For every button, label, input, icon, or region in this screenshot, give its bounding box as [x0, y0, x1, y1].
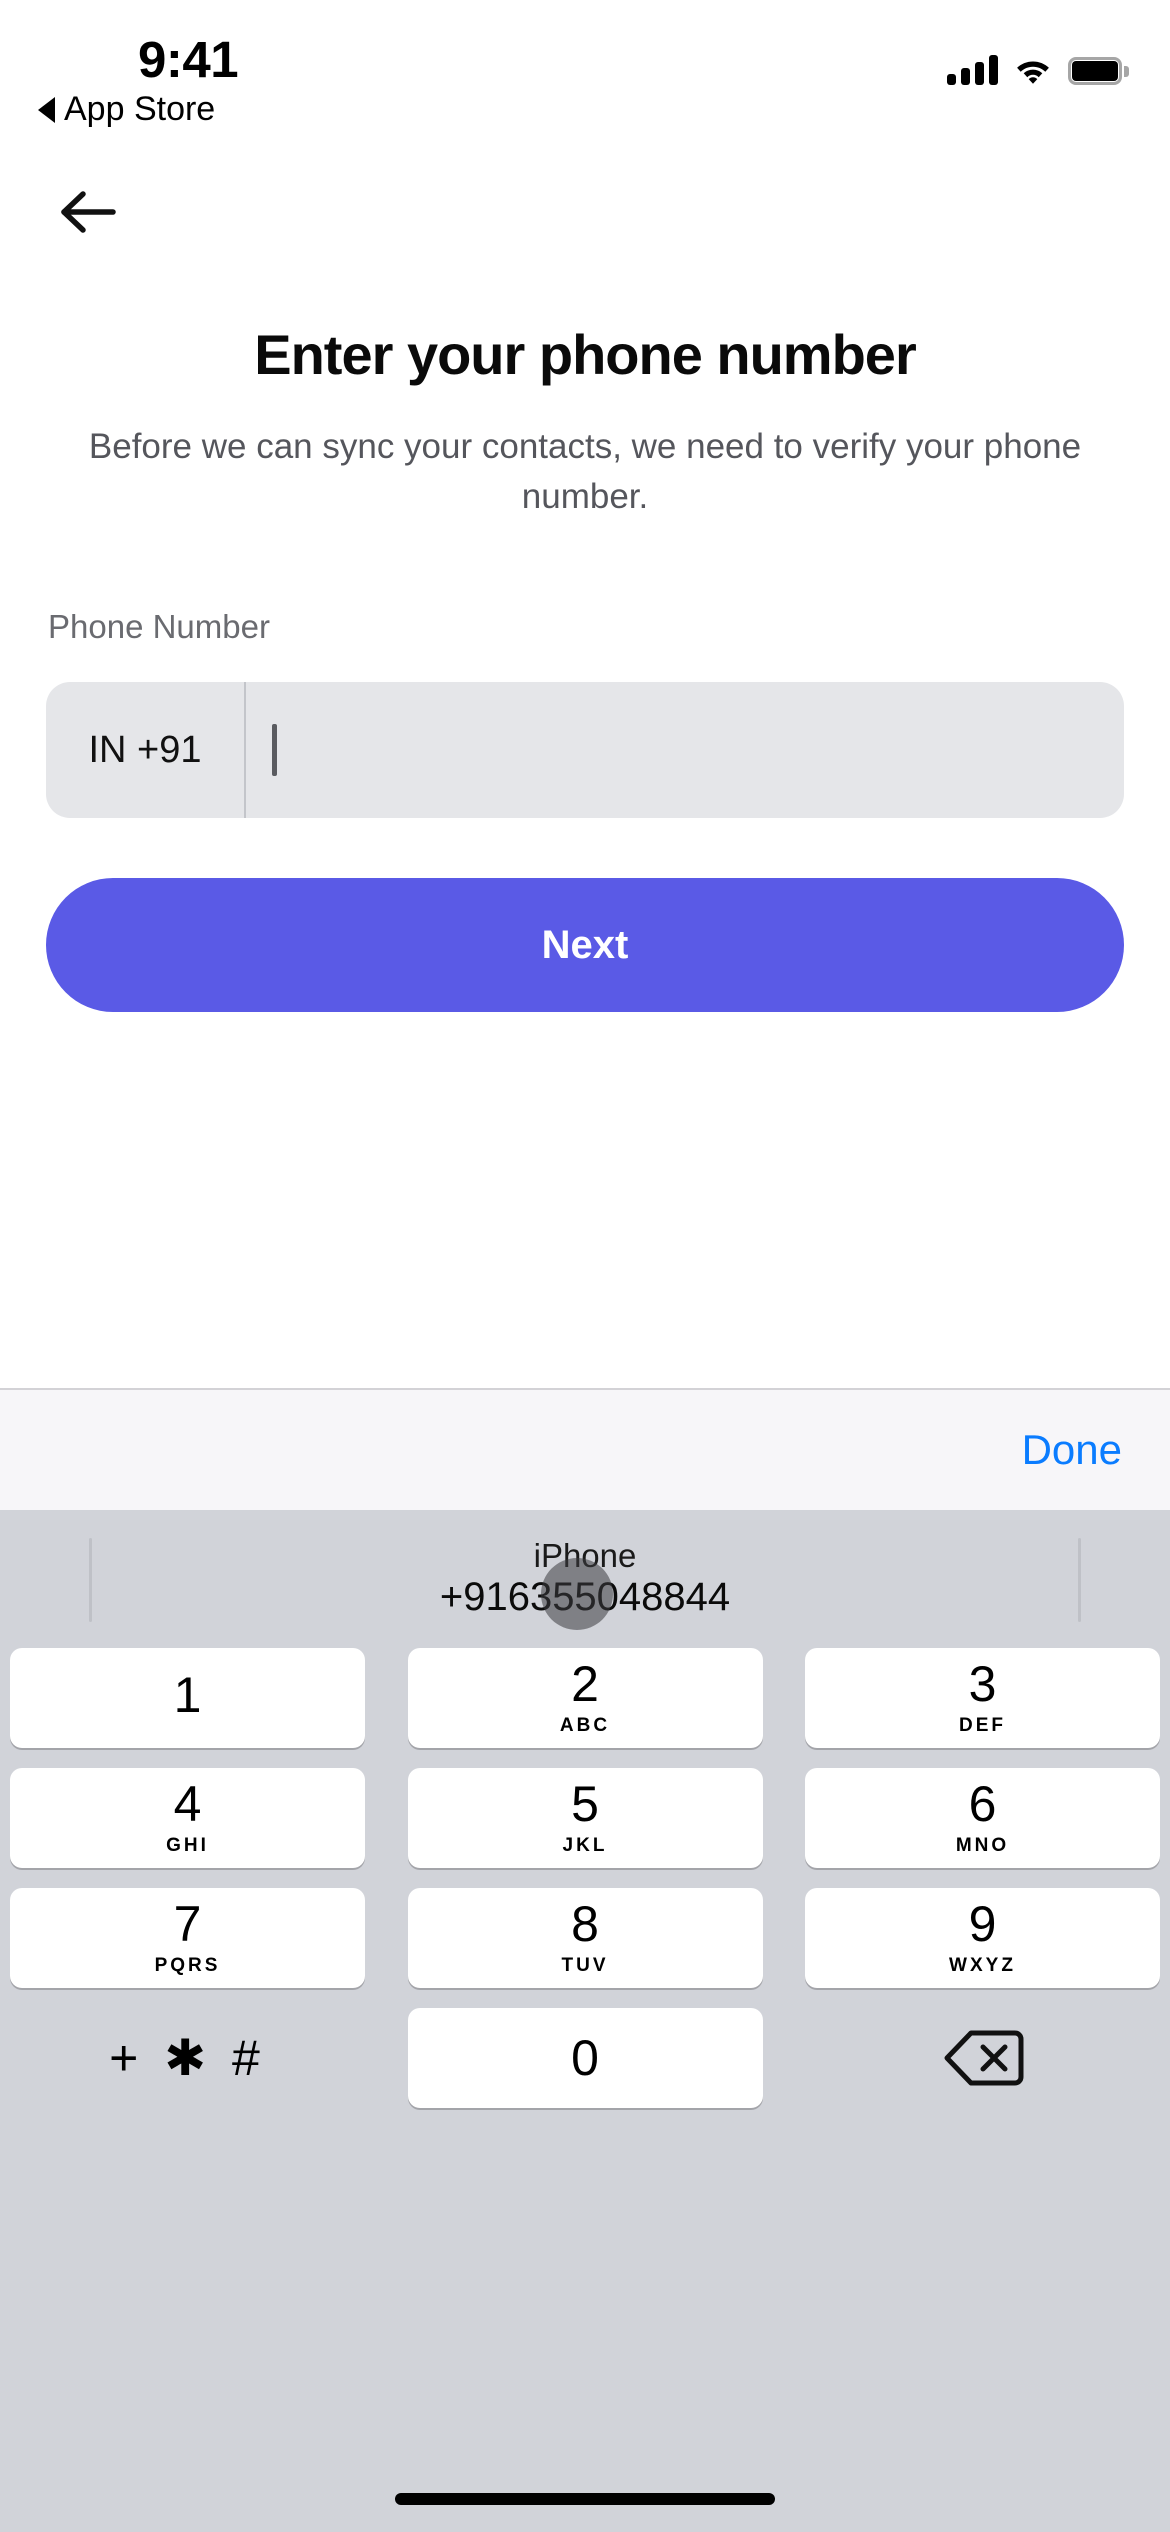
- key-number: 4: [173, 1776, 202, 1832]
- done-button[interactable]: Done: [1022, 1426, 1122, 1474]
- key-0[interactable]: 0: [407, 2008, 763, 2108]
- key-4[interactable]: 4 GHI: [10, 1768, 365, 1868]
- status-bar-indicators: [947, 45, 1129, 85]
- arrow-left-icon: [61, 191, 116, 233]
- keypad-row: 7 PQRS 8 TUV 9 WXYZ: [10, 1888, 1160, 1988]
- status-bar: 9:41 App Store: [0, 0, 1170, 150]
- key-letters: TUV: [561, 1955, 609, 1976]
- key-letters: ABC: [559, 1715, 611, 1736]
- keypad-row: 4 GHI 5 JKL 6 MNO: [10, 1768, 1160, 1868]
- numeric-keyboard: iPhone +916355048844 1 2 ABC 3 DEF: [0, 1510, 1170, 2532]
- key-3[interactable]: 3 DEF: [805, 1648, 1160, 1748]
- wifi-icon: [1014, 55, 1052, 85]
- key-number: 9: [968, 1896, 997, 1952]
- phone-number-input[interactable]: [246, 682, 1124, 818]
- key-letters: PQRS: [154, 1955, 221, 1976]
- back-to-app-store-link[interactable]: App Store: [38, 90, 215, 129]
- key-delete[interactable]: [805, 2008, 1160, 2108]
- key-number: 7: [173, 1896, 202, 1952]
- key-letters: DEF: [959, 1715, 1006, 1736]
- key-6[interactable]: 6 MNO: [805, 1768, 1160, 1868]
- text-caret: [272, 724, 277, 776]
- keyboard-accessory-toolbar: Done: [0, 1388, 1170, 1510]
- key-5[interactable]: 5 JKL: [407, 1768, 763, 1868]
- keypad-row: + ✱ # 0: [10, 2008, 1160, 2108]
- touch-indicator-icon: [541, 1558, 613, 1630]
- page-subtitle: Before we can sync your contacts, we nee…: [88, 427, 1082, 516]
- status-bar-time: 9:41: [138, 31, 239, 88]
- back-to-app-store-label: App Store: [64, 90, 216, 128]
- keypad: 1 2 ABC 3 DEF 4 GHI 5 JKL 6 MNO 7 PQRS 8…: [0, 1648, 1170, 2108]
- key-1[interactable]: 1: [10, 1648, 365, 1748]
- keypad-row: 1 2 ABC 3 DEF: [10, 1648, 1160, 1748]
- backspace-delete-icon: [944, 2030, 1023, 2086]
- key-number: 2: [571, 1656, 599, 1712]
- key-number: 0: [571, 2030, 599, 2086]
- suggestion-separator-left: [89, 1538, 92, 1622]
- key-number: 8: [571, 1896, 599, 1952]
- key-7[interactable]: 7 PQRS: [10, 1888, 365, 1988]
- triangle-left-icon: [38, 96, 55, 123]
- cellular-signal-icon: [947, 55, 998, 85]
- key-2[interactable]: 2 ABC: [407, 1648, 763, 1748]
- key-letters: WXYZ: [949, 1955, 1016, 1976]
- quicktype-suggestion-bar: iPhone +916355048844: [0, 1510, 1170, 1648]
- next-button[interactable]: Next: [46, 878, 1124, 1012]
- phone-screen: 9:41 App Store Enter your phone number B…: [0, 0, 1170, 2532]
- key-number: 6: [968, 1776, 997, 1832]
- country-code-selector[interactable]: IN +91: [46, 682, 246, 818]
- page-title: Enter your phone number: [254, 323, 917, 386]
- key-number: 1: [173, 1667, 202, 1723]
- key-symbols-label: + ✱ #: [109, 2030, 266, 2086]
- key-8[interactable]: 8 TUV: [407, 1888, 763, 1988]
- key-symbols[interactable]: + ✱ #: [10, 2008, 365, 2108]
- suggestion-separator-right: [1078, 1538, 1081, 1622]
- key-number: 5: [571, 1776, 599, 1832]
- key-letters: GHI: [166, 1835, 209, 1856]
- key-number: 3: [968, 1656, 997, 1712]
- key-9[interactable]: 9 WXYZ: [805, 1888, 1160, 1988]
- battery-full-icon: [1068, 57, 1129, 85]
- key-letters: MNO: [955, 1835, 1010, 1856]
- back-button[interactable]: [48, 172, 128, 252]
- key-letters: JKL: [562, 1835, 608, 1856]
- phone-field-label: Phone Number: [48, 608, 270, 645]
- home-indicator: [395, 2493, 775, 2505]
- phone-number-field[interactable]: IN +91: [46, 682, 1124, 818]
